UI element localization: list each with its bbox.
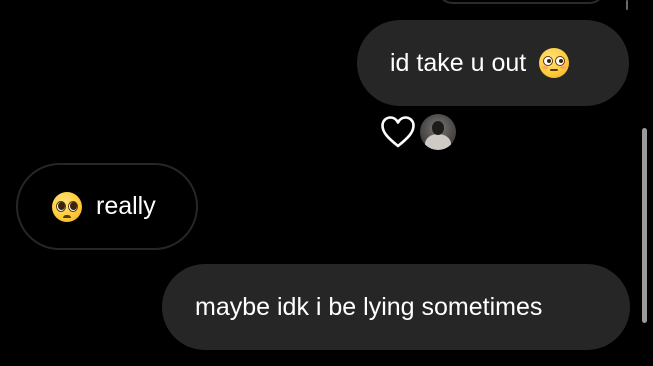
scroll-edge-mark: [626, 0, 628, 10]
heart-outline-icon[interactable]: [380, 115, 416, 149]
previous-message-bubble: [436, 0, 606, 4]
message-text: id take u out: [390, 48, 527, 77]
avatar[interactable]: [420, 114, 456, 150]
message-reactions[interactable]: [380, 114, 456, 150]
message-text: maybe idk i be lying sometimes: [195, 292, 543, 321]
flushed-face-icon: [539, 48, 570, 78]
pleading-face-icon: [52, 191, 82, 222]
message-text: really: [96, 192, 156, 220]
message-bubble-received[interactable]: really: [16, 163, 198, 250]
message-bubble-sent[interactable]: maybe idk i be lying sometimes: [162, 264, 630, 350]
message-bubble-sent[interactable]: id take u out: [357, 20, 629, 106]
scrollbar[interactable]: [642, 128, 647, 323]
